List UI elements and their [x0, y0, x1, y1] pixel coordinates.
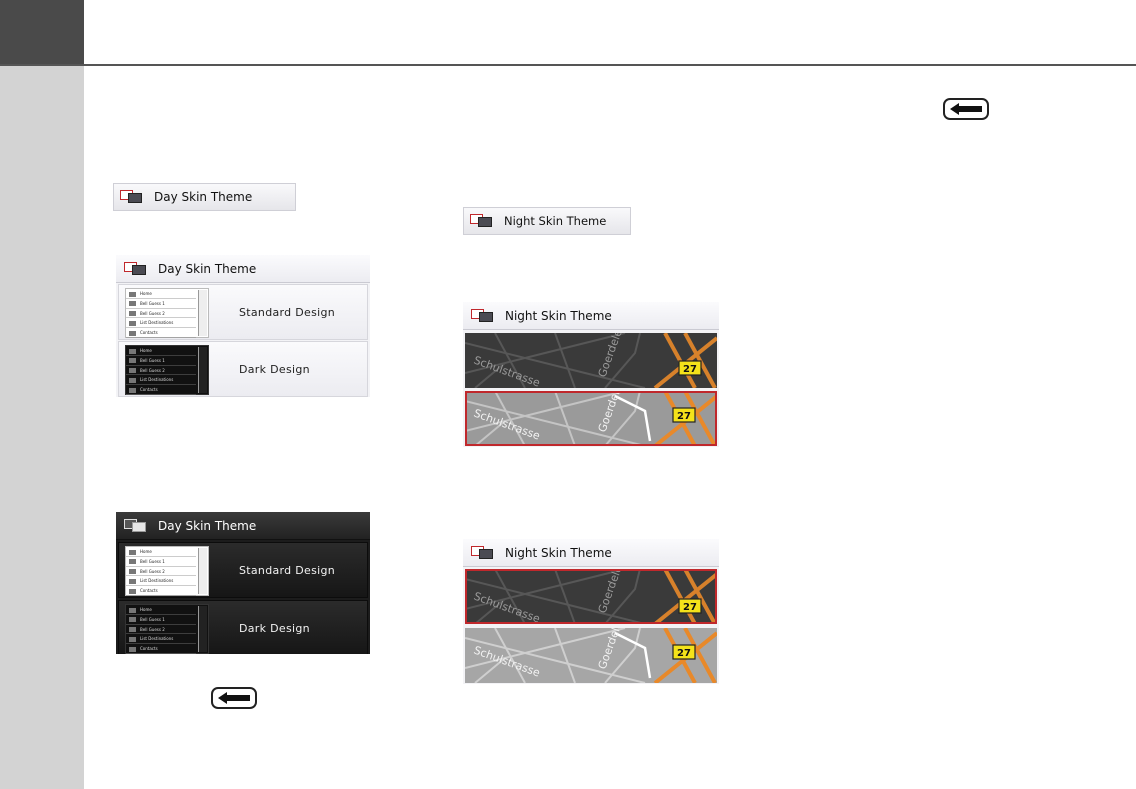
back-button-bottom[interactable] [211, 687, 257, 709]
thumb-row: Bell Guess 2 [126, 366, 196, 376]
panel-title-bar: Day Skin Theme [116, 255, 370, 283]
option-label: Standard Design [239, 564, 336, 577]
thumb-row: Bell Guess 1 [126, 615, 196, 625]
thumb-row: Bell Guess 2 [126, 567, 196, 577]
header-rule [0, 64, 1136, 66]
panel-title: Night Skin Theme [505, 308, 612, 323]
thumb-row: Home [126, 346, 196, 356]
thumb-row: List Destinations [126, 634, 196, 645]
thumb-row: List Destinations [126, 375, 196, 386]
dark-map-preview: Schulstrasse Goerdeler 27 [465, 333, 717, 388]
dark-design-thumbnail: Home Bell Guess 1 Bell Guess 2 List Dest… [125, 345, 209, 395]
road-badge: 27 [677, 411, 691, 422]
back-arrow-icon [218, 692, 250, 704]
night-map-option-dark-selected[interactable]: Schulstrasse Goerdeler 27 [465, 569, 717, 624]
light-map-preview: Schulstrasse Goerdeler 27 [465, 391, 717, 446]
panel-title-bar: Day Skin Theme [116, 512, 370, 540]
night-theme-panel-1: Night Skin Theme Schulstrasse Goerdeler … [463, 302, 719, 447]
panel-title-bar: Night Skin Theme [463, 302, 719, 330]
thumb-row: Home [126, 547, 196, 557]
option-label: Dark Design [239, 363, 310, 376]
option-standard-design[interactable]: Home Bell Guess 1 Bell Guess 2 List Dest… [118, 542, 368, 598]
thumb-scrollbar [198, 347, 207, 393]
skin-theme-icon [124, 518, 148, 533]
panel-title: Day Skin Theme [158, 261, 257, 276]
back-arrow-icon [950, 103, 982, 115]
option-label: Dark Design [239, 622, 310, 635]
panel-title-bar: Night Skin Theme [463, 539, 719, 567]
thumb-row: List Destinations [126, 318, 196, 329]
thumb-row: Bell Guess 1 [126, 557, 196, 567]
skin-theme-icon [471, 545, 495, 560]
skin-theme-icon [120, 190, 144, 204]
night-map-option-dark[interactable]: Schulstrasse Goerdeler 27 [465, 333, 717, 388]
night-skin-theme-button[interactable]: Night Skin Theme [463, 207, 631, 235]
day-theme-panel-light: Day Skin Theme Home Bell Guess 1 Bell Gu… [116, 255, 370, 397]
skin-theme-icon [124, 261, 148, 276]
day-theme-panel-dark: Day Skin Theme Home Bell Guess 1 Bell Gu… [116, 512, 370, 654]
night-skin-theme-label: Night Skin Theme [504, 214, 607, 228]
dark-design-thumbnail: Home Bell Guess 1 Bell Guess 2 List Dest… [125, 604, 209, 654]
option-dark-design[interactable]: Home Bell Guess 1 Bell Guess 2 List Dest… [118, 341, 368, 397]
thumb-row: Bell Guess 2 [126, 625, 196, 635]
thumb-row: Home [126, 289, 196, 299]
thumb-row: Contacts [126, 385, 196, 395]
option-dark-design[interactable]: Home Bell Guess 1 Bell Guess 2 List Dest… [118, 600, 368, 654]
road-badge: 27 [677, 648, 691, 659]
dark-map-preview: Schulstrasse Goerdeler 27 [465, 569, 717, 624]
thumb-scrollbar [198, 548, 207, 594]
thumb-row: Bell Guess 1 [126, 356, 196, 366]
option-standard-design[interactable]: Home Bell Guess 1 Bell Guess 2 List Dest… [118, 284, 368, 340]
thumb-row: Contacts [126, 586, 196, 596]
thumb-scrollbar [198, 290, 207, 336]
road-badge: 27 [683, 602, 697, 613]
standard-design-thumbnail: Home Bell Guess 1 Bell Guess 2 List Dest… [125, 288, 209, 338]
standard-design-thumbnail: Home Bell Guess 1 Bell Guess 2 List Dest… [125, 546, 209, 596]
thumb-row: Home [126, 605, 196, 615]
light-map-preview: Schulstrasse Goerdeler 27 [465, 628, 717, 683]
back-button-top[interactable] [943, 98, 989, 120]
panel-title: Night Skin Theme [505, 545, 612, 560]
day-skin-theme-label: Day Skin Theme [154, 190, 253, 204]
night-map-option-light-selected[interactable]: Schulstrasse Goerdeler 27 [465, 391, 717, 446]
side-bar [0, 66, 84, 789]
thumb-row: List Destinations [126, 576, 196, 587]
thumb-row: Bell Guess 2 [126, 309, 196, 319]
thumb-row: Bell Guess 1 [126, 299, 196, 309]
option-label: Standard Design [239, 306, 336, 319]
day-skin-theme-button[interactable]: Day Skin Theme [113, 183, 296, 211]
page-corner-block [0, 0, 84, 64]
panel-title: Day Skin Theme [158, 518, 257, 533]
thumb-row: Contacts [126, 644, 196, 654]
thumb-scrollbar [198, 606, 207, 652]
thumb-row: Contacts [126, 328, 196, 338]
skin-theme-icon [471, 308, 495, 323]
night-map-option-light[interactable]: Schulstrasse Goerdeler 27 [465, 628, 717, 683]
road-badge: 27 [683, 364, 697, 375]
skin-theme-icon [470, 214, 494, 228]
night-theme-panel-2: Night Skin Theme Schulstrasse Goerdeler … [463, 539, 719, 684]
